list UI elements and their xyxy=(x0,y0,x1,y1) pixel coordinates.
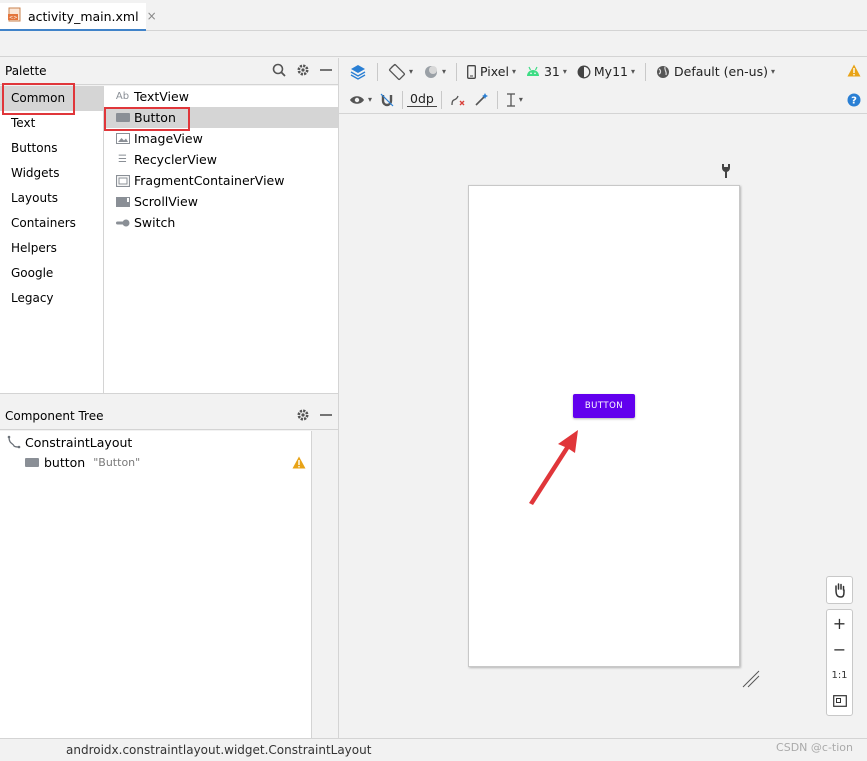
category-helpers[interactable]: Helpers xyxy=(0,236,103,261)
palette-item-label: RecyclerView xyxy=(134,152,217,167)
palette-item-fragmentcontainerview[interactable]: FragmentContainerView xyxy=(104,170,338,191)
category-widgets[interactable]: Widgets xyxy=(0,161,103,186)
palette-category-list: Common Text Buttons Widgets Layouts Cont… xyxy=(0,86,104,393)
palette-item-label: TextView xyxy=(134,89,189,104)
close-tab-icon[interactable]: × xyxy=(147,9,157,23)
category-buttons[interactable]: Buttons xyxy=(0,136,103,161)
svg-text:<>: <> xyxy=(9,15,17,21)
gear-icon[interactable] xyxy=(296,408,310,425)
default-margin-value: 0dp xyxy=(410,90,434,106)
tree-side-gutter xyxy=(313,431,338,738)
editor-mode-bar xyxy=(0,32,867,57)
wrench-icon[interactable] xyxy=(720,163,732,182)
switch-icon xyxy=(115,219,130,227)
api-level: 31 xyxy=(543,64,560,79)
pan-hand-icon[interactable] xyxy=(827,577,852,603)
eye-icon[interactable]: ▾ xyxy=(345,89,376,111)
tree-node-id: button xyxy=(44,454,86,470)
theme-icon xyxy=(577,65,591,79)
android-icon xyxy=(526,66,540,77)
watermark-text: CSDN @c-tion xyxy=(776,741,853,754)
panel-divider[interactable] xyxy=(0,393,338,402)
palette-item-textview[interactable]: Ab TextView xyxy=(104,86,338,107)
clear-constraints-icon[interactable] xyxy=(446,89,470,111)
preview-button[interactable]: BUTTON xyxy=(573,394,635,418)
tree-node-constraintlayout[interactable]: ConstraintLayout xyxy=(0,432,311,452)
locale-selector[interactable]: Default (en-us) ▾ xyxy=(652,61,779,83)
svg-text:?: ? xyxy=(851,96,857,107)
component-tree: ConstraintLayout button "Button" xyxy=(0,431,312,738)
zoom-in-button[interactable]: + xyxy=(827,610,852,636)
pan-tool xyxy=(826,576,853,604)
help-icon[interactable]: ? xyxy=(847,93,861,107)
warning-icon[interactable] xyxy=(847,64,861,77)
minimize-icon[interactable] xyxy=(320,64,332,79)
text-view-icon: Ab xyxy=(115,91,130,102)
button-widget-icon xyxy=(25,457,39,467)
zoom-out-button[interactable]: − xyxy=(827,636,852,662)
palette-item-label: Switch xyxy=(134,215,176,230)
palette-item-label: ImageView xyxy=(134,131,203,146)
magnet-icon[interactable] xyxy=(376,89,398,111)
zoom-fit-icon[interactable] xyxy=(827,688,852,714)
search-icon[interactable] xyxy=(272,63,286,80)
warning-icon[interactable] xyxy=(292,456,306,469)
palette-item-scrollview[interactable]: ScrollView xyxy=(104,191,338,212)
category-google[interactable]: Google xyxy=(0,261,103,286)
component-tree-header: Component Tree xyxy=(0,402,338,430)
red-arrow-annotation xyxy=(529,430,578,505)
night-mode-icon[interactable]: ▾ xyxy=(419,61,450,83)
selected-class-path: androidx.constraintlayout.widget.Constra… xyxy=(66,743,372,757)
scroll-view-icon xyxy=(115,196,130,207)
component-tree-title: Component Tree xyxy=(5,408,104,423)
constraint-toolbar: ▾ 0dp ▾ ? xyxy=(339,86,867,114)
layers-icon[interactable] xyxy=(345,61,371,83)
palette-item-label: FragmentContainerView xyxy=(134,173,285,188)
theme-name: My11 xyxy=(593,64,628,79)
fragment-container-icon xyxy=(115,174,130,187)
orientation-icon[interactable]: ▾ xyxy=(384,61,417,83)
device-selector[interactable]: Pixel ▾ xyxy=(463,61,520,83)
api-level-selector[interactable]: 31 ▾ xyxy=(522,61,571,83)
palette-item-switch[interactable]: Switch xyxy=(104,212,338,233)
resize-handle-icon[interactable] xyxy=(741,669,761,692)
theme-selector[interactable]: My11 ▾ xyxy=(573,61,639,83)
tree-node-text: "Button" xyxy=(93,455,141,469)
device-name: Pixel xyxy=(480,64,509,79)
infer-constraints-icon[interactable] xyxy=(470,89,493,111)
palette-item-label: ScrollView xyxy=(134,194,198,209)
tree-node-label: ConstraintLayout xyxy=(25,434,133,450)
design-toolbar: ▾ ▾ Pixel ▾ 31 ▾ My11 ▾ Default (en-us) … xyxy=(339,58,867,85)
tab-title: activity_main.xml xyxy=(28,8,139,24)
category-legacy[interactable]: Legacy xyxy=(0,286,103,311)
highlight-box-common xyxy=(2,83,75,115)
palette-title: Palette xyxy=(5,64,47,78)
minimize-icon[interactable] xyxy=(320,409,332,424)
category-layouts[interactable]: Layouts xyxy=(0,186,103,211)
palette-header: Palette xyxy=(0,58,338,85)
align-icon[interactable]: ▾ xyxy=(502,89,527,111)
palette-item-imageview[interactable]: ImageView xyxy=(104,128,338,149)
phone-icon xyxy=(467,64,476,79)
image-view-icon xyxy=(115,133,130,144)
recycler-view-icon: ☰ xyxy=(118,154,127,165)
gear-icon[interactable] xyxy=(296,63,310,80)
locale-name: Default (en-us) xyxy=(674,64,768,79)
device-preview-frame[interactable] xyxy=(468,185,740,667)
highlight-box-button xyxy=(104,107,190,131)
xml-file-icon: <> xyxy=(8,7,22,25)
palette-item-recyclerview[interactable]: ☰ RecyclerView xyxy=(104,149,338,170)
palette-widget-list: Ab TextView Button ImageView ☰ RecyclerV… xyxy=(104,86,338,393)
tab-activity-main-xml[interactable]: <> activity_main.xml × xyxy=(0,3,157,31)
zoom-controls: + − 1:1 xyxy=(826,609,853,716)
category-containers[interactable]: Containers xyxy=(0,211,103,236)
tree-node-button[interactable]: button "Button" xyxy=(0,452,311,472)
globe-icon xyxy=(656,65,670,79)
status-bar: androidx.constraintlayout.widget.Constra… xyxy=(0,738,867,761)
constraint-layout-icon xyxy=(7,435,21,449)
default-margin-field[interactable]: 0dp xyxy=(407,90,437,107)
zoom-actual-size-button[interactable]: 1:1 xyxy=(827,662,852,688)
